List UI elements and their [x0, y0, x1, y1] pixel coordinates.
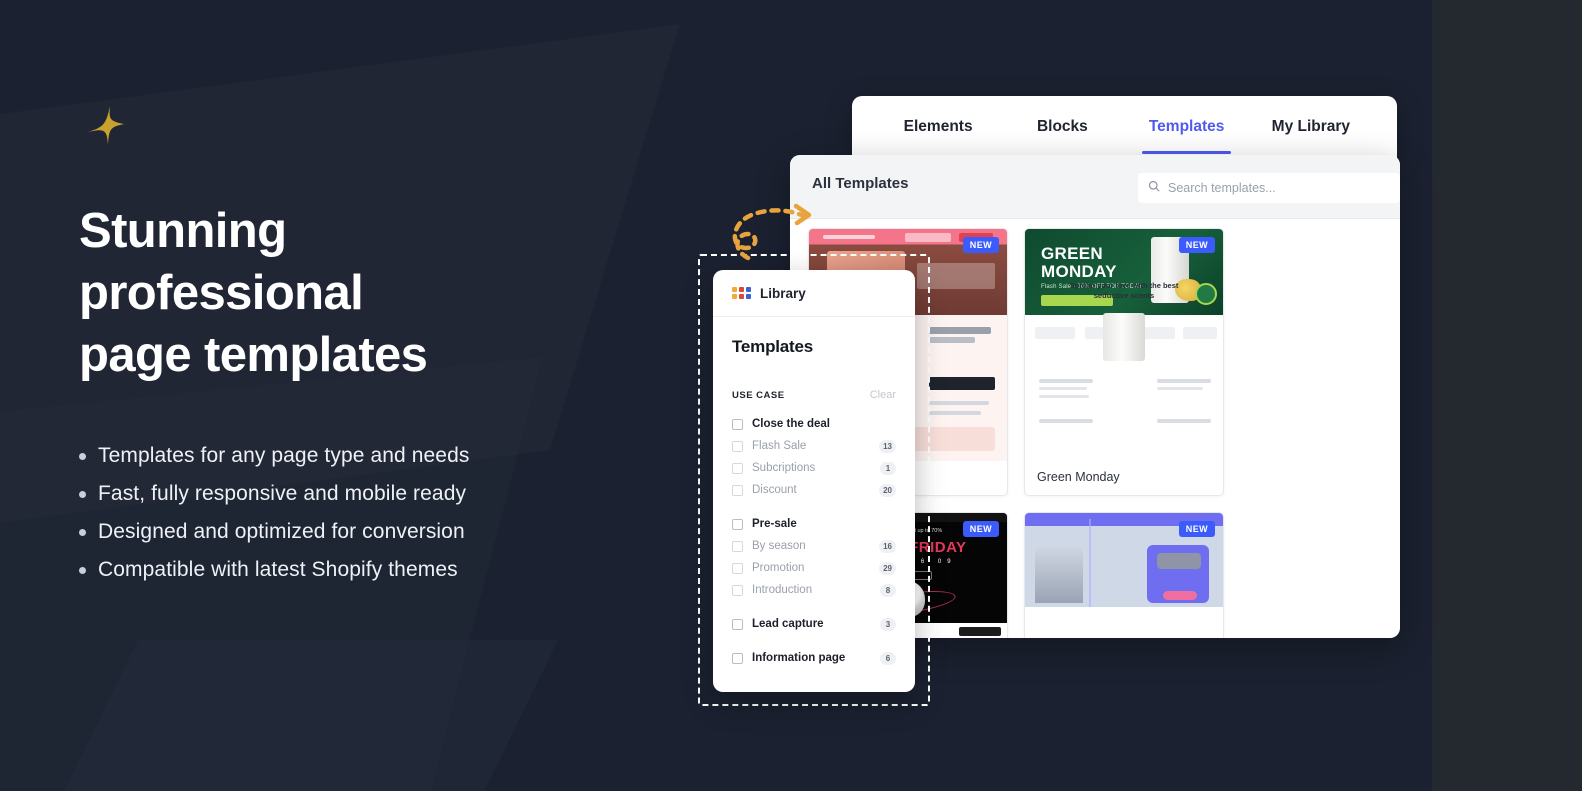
- template-thumbnail: NEW GREEN MONDAY Flash Sale - 30% OFF FO…: [1025, 229, 1223, 461]
- slide-canvas: Stunning professional page templates Tem…: [0, 0, 1582, 791]
- checkbox[interactable]: [732, 540, 743, 552]
- list-item: Templates for any page type and needs: [79, 437, 679, 475]
- tab-elements[interactable]: Elements: [876, 96, 1000, 158]
- hero-content: Stunning professional page templates Tem…: [79, 0, 699, 791]
- filter-item-subcriptions[interactable]: Subcriptions 1: [732, 457, 896, 479]
- card-mid-title: Spread your love with the best seductive…: [1069, 281, 1179, 300]
- headline-line-3: page templates: [79, 328, 428, 382]
- filter-item-information-page[interactable]: Information page 6: [732, 647, 896, 669]
- library-heading: Templates: [732, 337, 814, 356]
- card-hero-title-2: MONDAY: [1041, 262, 1117, 281]
- filter-label: Subcriptions: [752, 462, 816, 474]
- filter-count: 1: [880, 461, 896, 475]
- template-card-label: [1025, 607, 1223, 627]
- checkbox[interactable]: [732, 584, 743, 596]
- editor-tabbar: Elements Blocks Templates My Library: [852, 96, 1397, 158]
- library-panel: Library Templates USE CASE Clear Close t…: [713, 270, 915, 692]
- checkbox[interactable]: [732, 440, 743, 452]
- filter-label: Discount: [752, 484, 797, 496]
- tab-blocks[interactable]: Blocks: [1000, 96, 1124, 158]
- filter-list: Close the deal Flash Sale 13 Subcription…: [732, 413, 896, 669]
- filter-count: 6: [880, 651, 896, 665]
- usecase-label: USE CASE: [732, 389, 785, 401]
- filter-label: Lead capture: [752, 618, 824, 630]
- template-card-label: Green Monday: [1037, 470, 1120, 484]
- filter-item-discount[interactable]: Discount 20: [732, 479, 896, 501]
- search-icon: [1148, 179, 1160, 197]
- status-badge: NEW: [1178, 237, 1215, 253]
- checkbox[interactable]: [732, 462, 743, 474]
- filter-count: 8: [880, 583, 896, 597]
- search-box[interactable]: [1138, 173, 1400, 203]
- right-edge-strip: [1432, 0, 1582, 791]
- clear-filters-button[interactable]: Clear: [870, 389, 896, 401]
- card-hero-title-1: GREEN: [1041, 244, 1103, 263]
- template-card[interactable]: NEW: [1024, 512, 1224, 638]
- checkbox[interactable]: [732, 418, 743, 430]
- filter-item-close-the-deal[interactable]: Close the deal: [732, 413, 896, 435]
- browser-header: All Templates: [790, 155, 1400, 219]
- filter-count: 20: [879, 483, 896, 497]
- browser-title: All Templates: [812, 175, 909, 192]
- list-item: Compatible with latest Shopify themes: [79, 551, 679, 589]
- filter-count: 29: [879, 561, 896, 575]
- filter-label: Close the deal: [752, 418, 830, 430]
- search-input[interactable]: [1168, 181, 1390, 195]
- library-body: Templates USE CASE Clear Close the deal …: [713, 317, 915, 669]
- tab-my-library[interactable]: My Library: [1249, 96, 1373, 158]
- grid-dots-icon: [732, 287, 751, 299]
- filter-count: 3: [880, 617, 896, 631]
- filter-item-flash-sale[interactable]: Flash Sale 13: [732, 435, 896, 457]
- library-title: Library: [760, 285, 806, 301]
- checkbox[interactable]: [732, 518, 743, 530]
- headline-line-1: Stunning: [79, 204, 287, 258]
- list-item: Designed and optimized for conversion: [79, 513, 679, 551]
- filter-label: By season: [752, 540, 806, 552]
- status-badge: NEW: [1178, 521, 1215, 537]
- filter-item-by-season[interactable]: By season 16: [732, 535, 896, 557]
- usecase-row: USE CASE Clear: [732, 389, 896, 401]
- feature-list: Templates for any page type and needs Fa…: [79, 437, 679, 589]
- filter-item-introduction[interactable]: Introduction 8: [732, 579, 896, 601]
- status-badge: NEW: [962, 237, 999, 253]
- filter-count: 13: [879, 439, 896, 453]
- filter-item-promotion[interactable]: Promotion 29: [732, 557, 896, 579]
- status-badge: NEW: [962, 521, 999, 537]
- filter-item-pre-sale[interactable]: Pre-sale: [732, 513, 896, 535]
- headline-line-2: professional: [79, 266, 364, 320]
- filter-item-lead-capture[interactable]: Lead capture 3: [732, 613, 896, 635]
- checkbox[interactable]: [732, 562, 743, 574]
- checkbox[interactable]: [732, 484, 743, 496]
- checkbox[interactable]: [732, 652, 743, 664]
- filter-label: Flash Sale: [752, 440, 807, 452]
- sparkle-star-icon: [79, 102, 131, 154]
- page-title: Stunning professional page templates: [79, 200, 679, 386]
- tab-templates[interactable]: Templates: [1125, 96, 1249, 158]
- filter-label: Pre-sale: [752, 518, 797, 530]
- filter-count: 16: [879, 539, 896, 553]
- library-header: Library: [713, 270, 915, 317]
- filter-label: Information page: [752, 652, 846, 664]
- list-item: Fast, fully responsive and mobile ready: [79, 475, 679, 513]
- template-card[interactable]: NEW GREEN MONDAY Flash Sale - 30% OFF FO…: [1024, 228, 1224, 496]
- filter-label: Promotion: [752, 562, 805, 574]
- template-thumbnail: NEW: [1025, 513, 1223, 607]
- filter-label: Introduction: [752, 584, 813, 596]
- checkbox[interactable]: [732, 618, 743, 630]
